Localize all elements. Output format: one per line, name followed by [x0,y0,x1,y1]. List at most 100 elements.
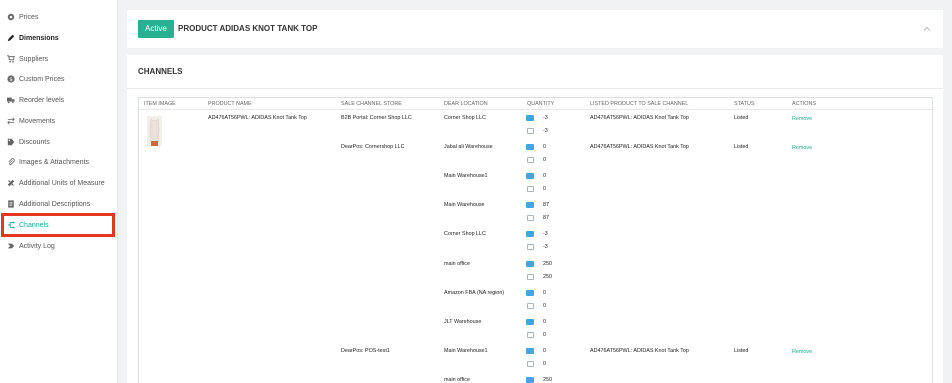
sidebar-item-additional-descriptions[interactable]: Additional Descriptions [0,194,118,214]
quantity-listed-icon [527,331,534,338]
quantity-available-icon [526,289,534,296]
quantity-available-icon [526,115,534,121]
quantity-available: -3 [543,115,548,121]
channels-panel: CHANNELS ITEM IMAGE PRODUCT NAME SALE CH… [127,55,943,383]
quantity-available: 250 [543,376,552,383]
sidebar-item-prices[interactable]: Prices [0,7,118,27]
quantity-listed: 250 [543,273,552,280]
quantity-available-icon [526,173,534,180]
quantity-available-icon [526,144,534,151]
divider [127,88,943,89]
quantity-listed: -3 [543,128,548,134]
gear-icon [6,12,16,22]
dear-location: main office [444,376,470,383]
dear-location: Corner Shop LLC [444,115,486,121]
sidebar-item-label: Movements [19,117,56,125]
status-text: Listed [734,347,749,354]
chevron-up-icon[interactable] [923,25,931,33]
sidebar-item-label: Activity Log [19,242,55,250]
svg-text:$: $ [9,77,13,83]
quantity-listed: 0 [543,302,546,309]
quantity-listed: 0 [543,157,546,164]
sidebar-item-activity-log[interactable]: Activity Log [0,236,118,256]
sidebar-item-label: Additional Descriptions [19,200,91,208]
pen-icon [6,33,16,43]
column-header-sale-channel-store: SALE CHANNEL STORE [341,101,402,107]
sidebar-item-dimensions[interactable]: Dimensions [0,28,118,48]
cart-icon [6,54,16,64]
sidebar-item-label: Prices [19,13,39,21]
quantity-available-icon [526,202,534,209]
channels-highlight-box [1,213,115,237]
dear-location: Amazon FBA (NA region) [444,289,505,296]
quantity-listed-icon [527,302,534,309]
status-text: Listed [734,115,749,121]
sidebar-item-suppliers[interactable]: Suppliers [0,49,118,69]
remove-button[interactable]: Remove [792,145,812,151]
quantity-listed-icon [527,157,534,164]
sidebar-item-additional-units[interactable]: Additional Units of Measure [0,173,118,193]
sidebar-item-reorder-levels[interactable]: Reorder levels [0,90,118,110]
column-header-dear-location: DEAR LOCATION [444,101,488,107]
sidebar-item-custom-prices[interactable]: $ Custom Prices [0,69,118,89]
sidebar-item-label: Images & Attachments [19,158,90,166]
column-header-listed-product: LISTED PRODUCT TO SALE CHANNEL [590,101,689,107]
quantity-listed: 87 [543,215,549,222]
quantity-available: 0 [543,318,546,325]
ruler-icon [6,178,16,188]
quantity-available: 0 [543,347,546,354]
sale-channel-store: DearPos: Cornershop LLC [341,144,405,151]
dear-location: Jabal ali Warehouse [444,144,493,151]
arrows-icon [6,116,16,126]
log-icon [6,241,16,251]
tag-icon [6,137,16,147]
sidebar-item-discounts[interactable]: Discounts [0,132,118,152]
dear-location: Corner Shop LLC [444,231,486,238]
listed-product: AD476AT56PWL: ADIDAS Knot Tank Top [590,144,689,151]
status-text: Listed [734,144,749,151]
dear-location: Main Warehouse1 [444,173,488,180]
sidebar-item-label: Discounts [19,138,50,146]
sidebar-item-images-attachments[interactable]: Images & Attachments [0,152,118,172]
sidebar-item-label: Suppliers [19,55,49,63]
status-badge: Active [138,20,174,38]
document-icon [6,199,16,209]
quantity-available-icon [526,376,534,383]
sidebar-item-movements[interactable]: Movements [0,111,118,131]
header-divider [139,109,932,110]
quantity-listed-icon [527,360,534,367]
listed-product: AD476AT56PWL: ADIDAS Knot Tank Top [590,347,689,354]
dear-location: JLT Warehouse [444,318,482,325]
column-header-quantity: QUANTITY [527,101,555,107]
remove-button[interactable]: Remove [792,349,812,355]
sale-channel-store: B2B Portal: Corner Shop LLC [341,115,412,121]
sale-channel-store: DearPos: POS-test1 [341,347,390,354]
quantity-available: 250 [543,260,552,267]
quantity-listed-icon [527,186,534,193]
quantity-available-icon [526,231,534,238]
paperclip-icon [6,157,16,167]
quantity-listed-icon [527,273,534,280]
dear-location: Main Warehouse [444,202,485,209]
quantity-available-icon [526,260,534,267]
sidebar-item-label: Custom Prices [19,75,65,83]
product-image [147,116,162,146]
sidebar-item-label: Additional Units of Measure [19,179,105,187]
dear-location: Main Warehouse1 [444,347,488,354]
page-title: PRODUCT ADIDAS KNOT TANK TOP [178,24,318,33]
quantity-listed: -3 [543,244,548,251]
quantity-available-icon [526,318,534,325]
quantity-listed: 0 [543,360,546,367]
quantity-listed-icon [527,215,534,222]
remove-button[interactable]: Remove [792,116,812,122]
sidebar-item-label: Dimensions [19,34,59,42]
dollar-icon: $ [6,74,16,84]
dear-location: main office [444,260,470,267]
column-header-product-name: PRODUCT NAME [208,101,252,107]
column-header-status: STATUS [734,101,755,107]
quantity-available: -3 [543,231,548,238]
column-header-actions: ACTIONS [792,101,816,107]
quantity-available: 0 [543,173,546,180]
listed-product: AD476AT56PWL: ADIDAS Knot Tank Top [590,115,689,121]
quantity-available: 0 [543,144,546,151]
